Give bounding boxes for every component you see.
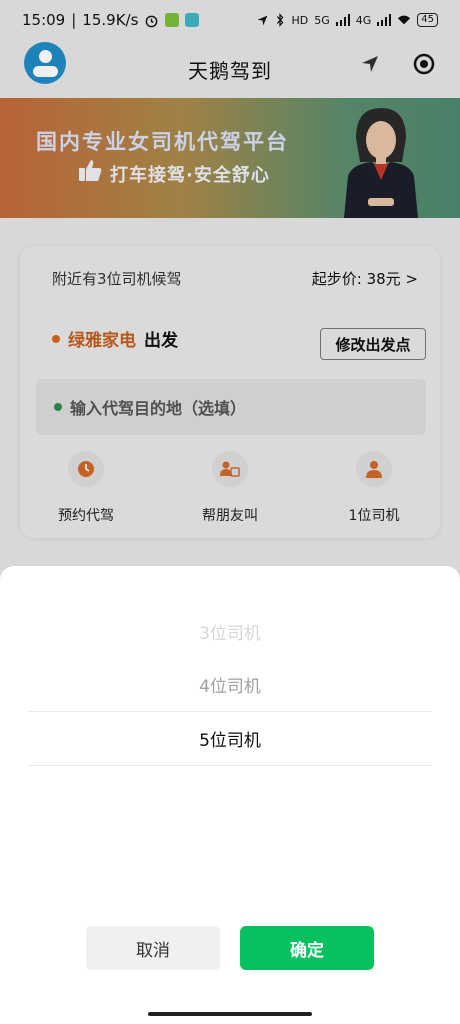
picker-option[interactable]: 3位司机 xyxy=(28,604,432,658)
sheet-buttons: 取消 确定 xyxy=(86,926,374,970)
cancel-button[interactable]: 取消 xyxy=(86,926,220,970)
confirm-button[interactable]: 确定 xyxy=(240,926,374,970)
driver-count-picker[interactable]: 3位司机 4位司机 5位司机 xyxy=(28,604,432,766)
picker-option[interactable]: 4位司机 xyxy=(28,658,432,712)
home-indicator[interactable] xyxy=(148,1012,312,1016)
driver-count-sheet: 3位司机 4位司机 5位司机 取消 确定 xyxy=(0,566,460,1024)
picker-option-selected[interactable]: 5位司机 xyxy=(28,712,432,766)
